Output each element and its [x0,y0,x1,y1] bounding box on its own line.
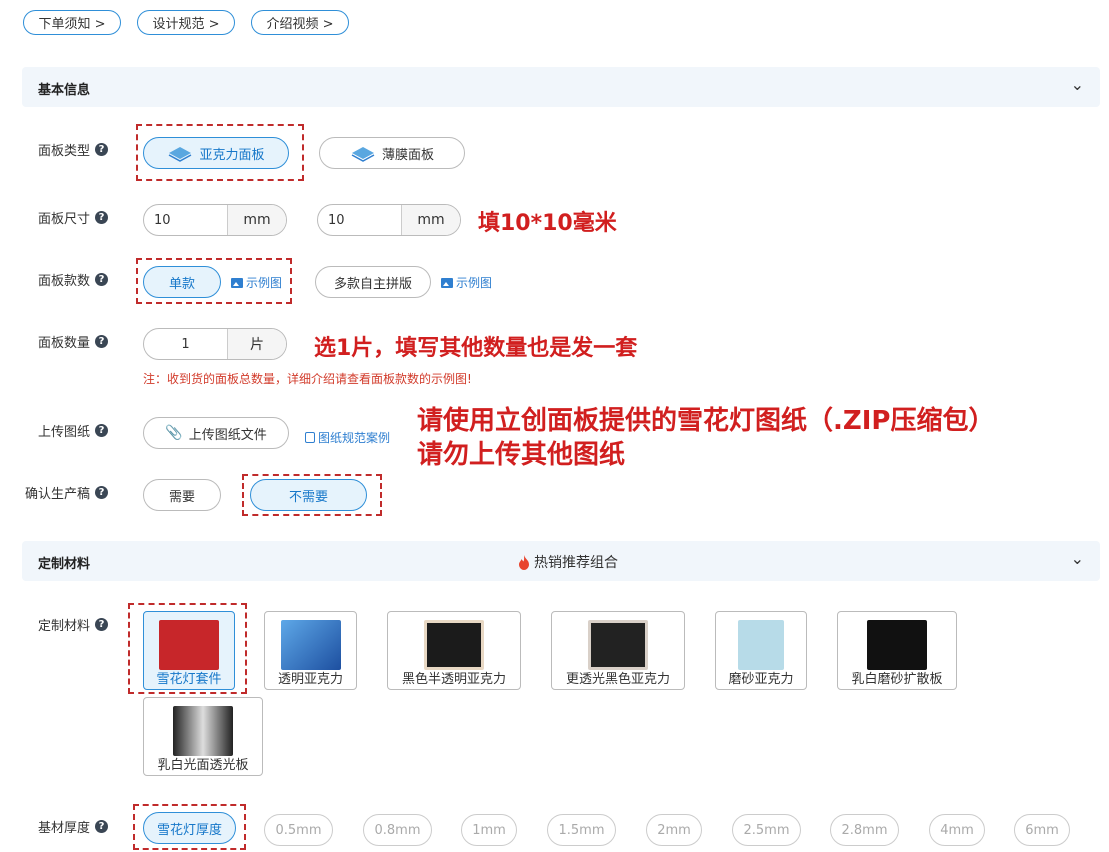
help-icon[interactable]: ? [95,143,109,156]
thickness-option[interactable]: 2mm [646,814,702,846]
section-title: 基本信息 [38,83,91,98]
chevron-down-icon[interactable]: ⌄ [1071,75,1084,94]
material-card-black-clear[interactable]: 更透光黑色亚克力 [551,611,685,690]
thickness-option[interactable]: 2.5mm [732,814,801,846]
material-card-milky-diffuser[interactable]: 乳白磨砂扩散板 [837,611,957,690]
upload-annotation-2: 请勿上传其他图纸 [417,440,626,470]
thickness-snowflake[interactable]: 雪花灯厚度 [143,812,236,844]
black-acrylic-thumbnail [588,620,648,670]
panel-type-acrylic[interactable]: 亚克力面板 [143,137,289,169]
qty-note: 注：收到货的面板总数量，详细介绍请查看面板款数的示例图! [143,372,472,386]
help-icon[interactable]: ? [95,424,109,437]
thickness-option[interactable]: 1mm [461,814,517,846]
panel-type-film[interactable]: 薄膜面板 [319,137,465,169]
panel-height-input[interactable]: 10 mm [317,204,461,236]
section-title: 定制材料 [38,557,91,572]
image-icon [441,277,453,288]
milky-glossy-thumbnail [173,706,233,756]
material-card-clear[interactable]: 透明亚克力 [264,611,357,690]
confirm-label: 确认生产稿? [25,483,109,502]
order-notice-link[interactable]: 下单须知 > [23,10,121,35]
style-multi-button[interactable]: 多款自主拼版 [315,266,431,298]
example-link[interactable]: 示例图 [441,274,492,291]
help-icon[interactable]: ? [95,618,109,631]
thickness-option[interactable]: 2.8mm [830,814,899,846]
fire-icon [519,554,529,570]
drawing-spec-link[interactable]: 图纸规范案例 [305,429,390,446]
upload-annotation-1: 请使用立创面板提供的雪花灯图纸（.ZIP压缩包） [417,406,995,436]
material-card-milky-glossy[interactable]: 乳白光面透光板 [143,697,263,776]
thickness-option[interactable]: 0.5mm [264,814,333,846]
image-icon [231,277,243,288]
size-annotation: 填10*10毫米 [478,211,617,236]
material-card-black-semi[interactable]: 黑色半透明亚克力 [387,611,521,690]
help-icon[interactable]: ? [95,820,109,833]
upload-label: 上传图纸? [38,421,109,440]
upload-drawing-button[interactable]: 📎 上传图纸文件 [143,417,289,449]
example-link[interactable]: 示例图 [231,274,282,291]
panel-icon [169,147,192,162]
chevron-down-icon[interactable]: ⌄ [1071,549,1084,568]
style-single-button[interactable]: 单款 [143,266,221,298]
thickness-option[interactable]: 6mm [1014,814,1070,846]
material-header[interactable]: 定制材料 热销推荐组合 ⌄ [22,541,1100,581]
material-label: 定制材料? [38,615,109,634]
panel-styles-label: 面板款数? [38,270,109,289]
design-spec-link[interactable]: 设计规范 > [137,10,235,35]
intro-video-link[interactable]: 介绍视频 > [251,10,349,35]
hot-badge: 热销推荐组合 [518,552,618,572]
help-icon[interactable]: ? [95,486,109,499]
panel-type-label: 面板类型? [38,140,109,159]
confirm-need-button[interactable]: 需要 [143,479,221,511]
milky-diffuser-thumbnail [867,620,927,670]
frosted-acrylic-thumbnail [738,620,784,670]
document-icon [305,432,315,443]
material-card-snowflake[interactable]: 雪花灯套件 [143,611,235,690]
thickness-label: 基材厚度? [38,817,109,836]
help-icon[interactable]: ? [95,273,109,286]
confirm-noneed-button[interactable]: 不需要 [250,479,367,511]
thickness-option[interactable]: 4mm [929,814,985,846]
thickness-option[interactable]: 1.5mm [547,814,616,846]
panel-qty-input[interactable]: 1 片 [143,328,287,360]
paperclip-icon: 📎 [165,425,183,441]
panel-width-input[interactable]: 10 mm [143,204,287,236]
help-icon[interactable]: ? [95,211,109,224]
clear-acrylic-thumbnail [280,620,341,670]
basic-info-header[interactable]: 基本信息 ⌄ [22,67,1100,107]
thickness-option[interactable]: 0.8mm [363,814,432,846]
snowflake-kit-thumbnail [159,620,219,670]
material-card-frosted[interactable]: 磨砂亚克力 [715,611,807,690]
panel-icon [351,147,375,162]
panel-size-label: 面板尺寸? [38,208,109,227]
panel-qty-label: 面板数量? [38,332,109,351]
black-acrylic-thumbnail [424,620,484,670]
qty-annotation: 选1片，填写其他数量也是发一套 [314,336,638,361]
help-icon[interactable]: ? [95,335,109,348]
